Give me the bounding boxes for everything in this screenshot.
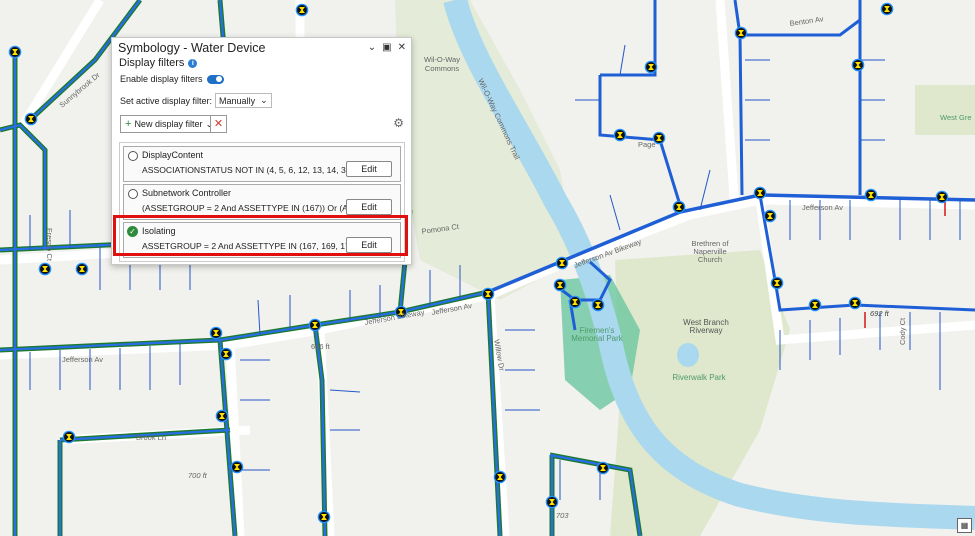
valve-icon[interactable] bbox=[295, 3, 309, 17]
active-filter-value: Manually bbox=[219, 95, 256, 106]
street-label: Benton Av bbox=[789, 14, 824, 28]
radio-button[interactable] bbox=[128, 189, 138, 199]
street-label: Fresno Ct bbox=[45, 228, 54, 262]
street-label: Cody Ct bbox=[898, 317, 907, 345]
highlight-box bbox=[113, 215, 408, 256]
valve-icon[interactable] bbox=[770, 276, 784, 290]
radio-button[interactable] bbox=[128, 151, 138, 161]
filter-name: DisplayContent bbox=[142, 150, 204, 160]
place-label: Church bbox=[698, 255, 722, 264]
westgreen-park-area bbox=[915, 85, 975, 135]
place-label: Commons bbox=[425, 64, 459, 73]
elevation-label: 696 ft bbox=[311, 342, 331, 351]
pond bbox=[677, 343, 699, 367]
valve-icon[interactable] bbox=[8, 45, 22, 59]
park-label: Memorial Park bbox=[571, 334, 624, 343]
valve-icon[interactable] bbox=[209, 326, 223, 340]
pane-title: Symbology - Water Device bbox=[118, 41, 266, 55]
filter-item-displaycontent[interactable]: DisplayContent ASSOCIATIONSTATUS NOT IN … bbox=[123, 146, 401, 182]
valve-icon[interactable] bbox=[880, 2, 894, 16]
street-label: Jefferson Av bbox=[62, 355, 103, 364]
elevation-label: 700 ft bbox=[188, 471, 208, 480]
place-label: Wil-O-Way bbox=[424, 55, 460, 64]
active-filter-select[interactable]: Manually ⌄ bbox=[215, 93, 272, 108]
valve-icon[interactable] bbox=[219, 347, 233, 361]
valve-icon[interactable] bbox=[568, 295, 582, 309]
valve-icon[interactable] bbox=[555, 256, 569, 270]
valve-icon[interactable] bbox=[734, 26, 748, 40]
valve-icon[interactable] bbox=[753, 186, 767, 200]
street-label: Jefferson Av bbox=[802, 203, 843, 212]
plus-icon: + bbox=[125, 118, 132, 130]
new-display-filter-button[interactable]: +New display filter⌄ bbox=[120, 115, 219, 133]
valve-icon[interactable] bbox=[493, 470, 507, 484]
delete-filter-button[interactable]: ✕ bbox=[210, 115, 227, 133]
park-label: Riverway bbox=[690, 326, 723, 335]
new-filter-label: New display filter bbox=[134, 119, 203, 129]
valve-icon[interactable] bbox=[481, 287, 495, 301]
valve-icon[interactable] bbox=[864, 188, 878, 202]
valve-icon[interactable] bbox=[553, 278, 567, 292]
valve-icon[interactable] bbox=[24, 112, 38, 126]
enable-filters-toggle[interactable] bbox=[206, 74, 224, 84]
valve-icon[interactable] bbox=[763, 209, 777, 223]
valve-icon[interactable] bbox=[317, 510, 331, 524]
valve-icon[interactable] bbox=[591, 298, 605, 312]
close-icon[interactable]: ✕ bbox=[398, 42, 406, 53]
enable-filters-label: Enable display filters bbox=[120, 74, 203, 84]
maximize-icon[interactable]: ▣ bbox=[382, 42, 391, 53]
valve-icon[interactable] bbox=[613, 128, 627, 142]
park-label: Riverwalk Park bbox=[672, 373, 726, 382]
elevation-label: 692 ft bbox=[870, 309, 890, 318]
chevron-down-icon[interactable]: ⌄ bbox=[368, 42, 376, 53]
section-title: Display filters bbox=[119, 57, 185, 69]
valve-icon[interactable] bbox=[808, 298, 822, 312]
valve-icon[interactable] bbox=[38, 262, 52, 276]
filter-expression: ASSOCIATIONSTATUS NOT IN (4, 5, 6, 12, 1… bbox=[142, 165, 357, 175]
valve-icon[interactable] bbox=[672, 200, 686, 214]
valve-icon[interactable] bbox=[596, 461, 610, 475]
valve-icon[interactable] bbox=[62, 430, 76, 444]
valve-icon[interactable] bbox=[545, 495, 559, 509]
commons-park-area bbox=[395, 0, 575, 300]
elevation-label: 703 bbox=[556, 511, 569, 520]
valve-icon[interactable] bbox=[644, 60, 658, 74]
gear-icon[interactable]: ⚙ bbox=[393, 116, 404, 130]
valve-icon[interactable] bbox=[230, 460, 244, 474]
edit-button[interactable]: Edit bbox=[346, 161, 392, 177]
street-label: Brook Ln bbox=[136, 433, 166, 442]
valve-icon[interactable] bbox=[851, 58, 865, 72]
street-label: Page bbox=[638, 140, 656, 149]
filter-name: Subnetwork Controller bbox=[142, 188, 232, 198]
info-icon[interactable]: i bbox=[188, 58, 198, 68]
valve-icon[interactable] bbox=[75, 262, 89, 276]
valve-icon[interactable] bbox=[848, 296, 862, 310]
park-label: West Gre bbox=[940, 113, 972, 122]
chevron-down-icon: ⌄ bbox=[260, 95, 268, 105]
edit-button[interactable]: Edit bbox=[346, 199, 392, 215]
active-filter-label: Set active display filter: bbox=[120, 95, 213, 106]
valve-icon[interactable] bbox=[935, 190, 949, 204]
valve-icon[interactable] bbox=[215, 409, 229, 423]
map-overview-icon[interactable]: ▦ bbox=[957, 518, 972, 533]
filter-expression: (ASSETGROUP = 2 And ASSETTYPE IN (167)) … bbox=[142, 203, 357, 213]
valve-icon[interactable] bbox=[308, 318, 322, 332]
